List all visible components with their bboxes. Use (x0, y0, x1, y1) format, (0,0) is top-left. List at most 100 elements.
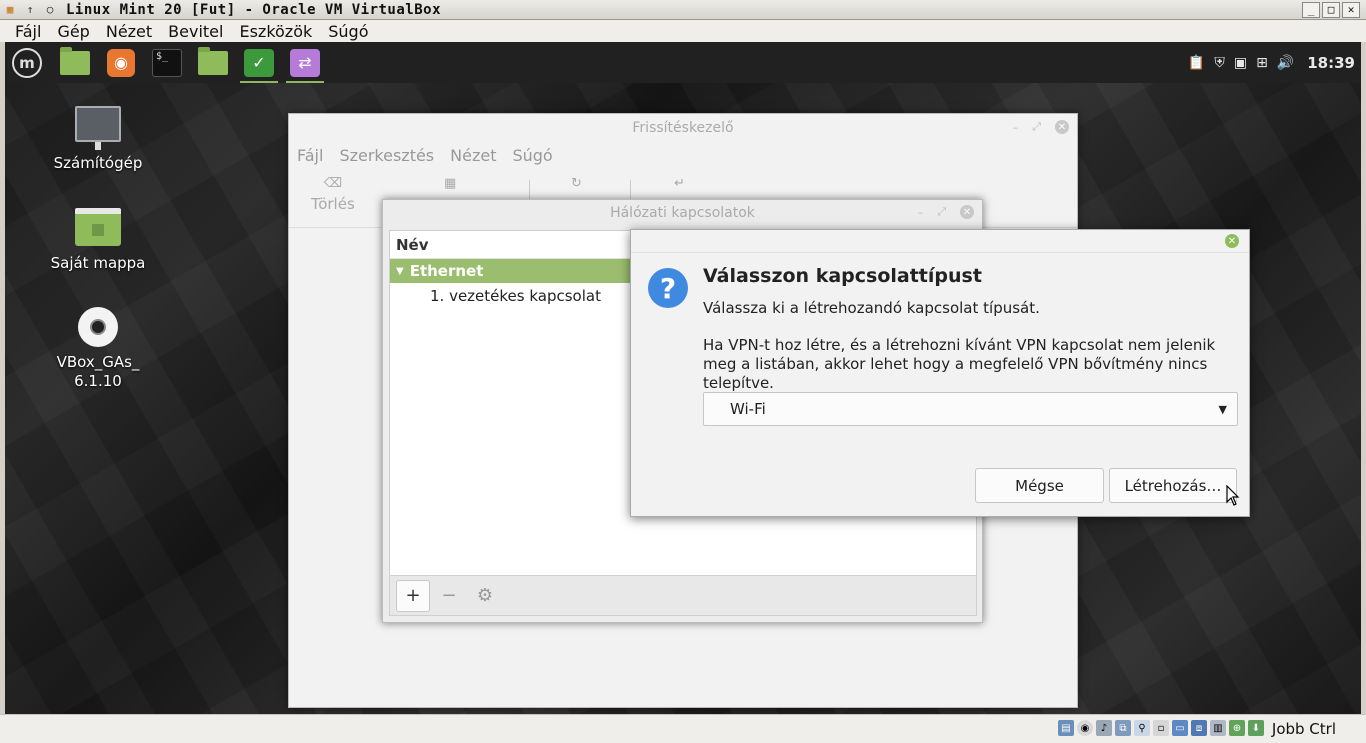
keyboard-capture-icon[interactable]: ⬇ (1248, 720, 1264, 736)
dialog-heading: Válasszon kapcsolattípust (703, 265, 982, 287)
vbox-statusbar: ▤ ◉ ♪ ⧉ ⚲ ▫ ▭ ⧈ ▥ ⊕ ⬇ Jobb Ctrl (0, 714, 1366, 743)
clear-label: Törlés (311, 195, 355, 213)
question-icon: ? (648, 268, 688, 308)
dialog-subtitle: Válassza ki a létrehozandó kapcsolat típ… (703, 299, 1040, 317)
hdd-icon[interactable]: ▤ (1058, 720, 1074, 736)
install-icon: ↵ (674, 176, 685, 191)
network-connections-title: Hálózati kapcsolatok (610, 205, 755, 221)
minimize-icon[interactable]: – (1013, 121, 1019, 134)
connection-type-select[interactable]: Wi-Fi ▼ (703, 392, 1238, 426)
menu-help[interactable]: Súgó (512, 146, 552, 165)
shade-icon[interactable]: ○ (40, 1, 60, 19)
desktop-icon-label: Számítógép (53, 154, 143, 172)
menu-edit[interactable]: Szerkesztés (339, 146, 434, 165)
firefox-launcher[interactable]: ◉ (102, 44, 140, 82)
cpu-icon[interactable]: ▥ (1210, 720, 1226, 736)
close-icon[interactable]: ✕ (1055, 120, 1069, 134)
terminal-icon: $_ (152, 48, 182, 77)
desktop-icon-home[interactable]: Saját mappa (38, 208, 158, 273)
expand-arrow-icon[interactable]: ▼ (396, 266, 404, 277)
folder-launcher[interactable] (194, 44, 232, 82)
select-all-icon: ▦ (444, 176, 457, 191)
connections-actionbar: + − ⚙ (389, 576, 977, 616)
minimize-button[interactable]: _ (1302, 1, 1320, 18)
refresh-button[interactable]: ↻ (571, 176, 582, 195)
connection-type-dialog: ✕ ? Válasszon kapcsolattípust Válassza k… (630, 229, 1250, 517)
clipboard-icon[interactable]: 📋 (1188, 55, 1205, 71)
menu-view[interactable]: Nézet (450, 146, 496, 165)
close-button[interactable]: ✕ (1342, 1, 1360, 18)
connection-label: 1. vezetékes kapcsolat (430, 287, 601, 305)
files-launcher[interactable] (56, 44, 94, 82)
home-folder-icon (75, 208, 121, 246)
menu-devices[interactable]: Eszközök (231, 22, 320, 41)
menu-file[interactable]: Fájl (297, 146, 323, 165)
menu-view[interactable]: Nézet (98, 22, 160, 41)
desktop-icon-label: VBox_GAs_ 6.1.10 (56, 353, 140, 390)
audio-icon[interactable]: ♪ (1096, 720, 1112, 736)
vbox-app-icon[interactable]: ▦ (0, 1, 20, 19)
maximize-button[interactable]: □ (1322, 1, 1340, 18)
chevron-down-icon: ▼ (1218, 403, 1227, 416)
network-connections-task[interactable]: ⇄ (286, 44, 324, 83)
update-manager-title: Frissítéskezelő (632, 120, 734, 136)
menu-machine[interactable]: Gép (49, 22, 97, 41)
system-tray: 📋 ⛨ ▣ ⊞ 🔊 18:39 (1188, 42, 1355, 83)
vbox-menubar: Fájl Gép Nézet Bevitel Eszközök Súgó (0, 20, 1366, 42)
desktop-icon-label: Saját mappa (50, 254, 146, 272)
toolbar-separator (630, 180, 631, 200)
install-button[interactable]: ↵ (674, 176, 685, 195)
volume-icon[interactable]: 🔊 (1277, 55, 1294, 71)
shared-folders-icon[interactable]: ▫ (1153, 720, 1169, 736)
network-tray-icon[interactable]: ⊞ (1256, 55, 1268, 71)
network-status-icon[interactable]: ⧉ (1115, 720, 1131, 736)
computer-icon (75, 106, 121, 150)
optical-icon[interactable]: ◉ (1077, 720, 1093, 736)
menu-input[interactable]: Bevitel (160, 22, 231, 41)
pin-icon[interactable]: ↑ (20, 1, 40, 19)
create-button[interactable]: Létrehozás… (1109, 468, 1237, 503)
refresh-icon: ↻ (571, 176, 582, 191)
dialog-info: Ha VPN-t hoz létre, és a létrehozni kívá… (703, 336, 1216, 392)
mouse-integration-icon[interactable]: ⊕ (1229, 720, 1245, 736)
add-connection-button[interactable]: + (396, 579, 430, 612)
display-icon[interactable]: ▭ (1172, 720, 1188, 736)
update-shield-icon[interactable]: ⛨ (1214, 55, 1225, 71)
mouse-pointer-icon (1226, 485, 1240, 506)
dialog-titlebar[interactable]: ✕ (631, 230, 1249, 253)
cancel-button[interactable]: Mégse (975, 468, 1104, 503)
clear-button[interactable]: ⌫ Törlés (311, 176, 355, 213)
firefox-icon: ◉ (107, 48, 135, 77)
desktop-icon-vbox-ga[interactable]: VBox_GAs_ 6.1.10 (38, 307, 158, 391)
menu-help[interactable]: Súgó (320, 22, 376, 41)
recording-icon[interactable]: ⧈ (1191, 720, 1207, 736)
network-icon: ⇄ (290, 48, 320, 77)
folder-icon (198, 46, 228, 75)
clock[interactable]: 18:39 (1307, 54, 1355, 72)
terminal-launcher[interactable]: $_ (148, 44, 186, 82)
files-icon (60, 46, 90, 75)
vbox-window-title: Linux Mint 20 [Fut] - Oracle VM VirtualB… (66, 1, 442, 18)
close-icon[interactable]: ✕ (1225, 234, 1239, 248)
mint-logo-icon: m (12, 47, 42, 78)
minimize-icon[interactable]: – (918, 206, 924, 219)
update-manager-titlebar[interactable]: Frissítéskezelő – ⤢ ✕ (289, 114, 1077, 142)
update-manager-menubar: Fájl Szerkesztés Nézet Súgó (289, 142, 1077, 168)
toolbar-separator (529, 180, 530, 200)
host-key-label: Jobb Ctrl (1271, 720, 1336, 738)
remove-connection-button[interactable]: − (432, 580, 466, 612)
settings-icon[interactable]: ⚙ (468, 580, 502, 612)
clear-icon: ⌫ (323, 176, 343, 191)
desktop-icon-computer[interactable]: Számítógép (38, 106, 158, 173)
close-icon[interactable]: ✕ (960, 205, 974, 219)
maximize-icon[interactable]: ⤢ (937, 205, 946, 219)
update-manager-task[interactable]: ✓ (240, 44, 278, 83)
menu-file[interactable]: Fájl (0, 22, 49, 41)
network-connections-titlebar[interactable]: Hálózati kapcsolatok – ⤢ ✕ (383, 200, 982, 226)
mint-menu-button[interactable]: m (8, 44, 46, 82)
usb-icon[interactable]: ⚲ (1134, 720, 1150, 736)
drive-icon[interactable]: ▣ (1234, 55, 1247, 71)
disc-icon (78, 307, 118, 347)
maximize-icon[interactable]: ⤢ (1032, 120, 1041, 134)
select-all-button[interactable]: ▦ (444, 176, 456, 195)
